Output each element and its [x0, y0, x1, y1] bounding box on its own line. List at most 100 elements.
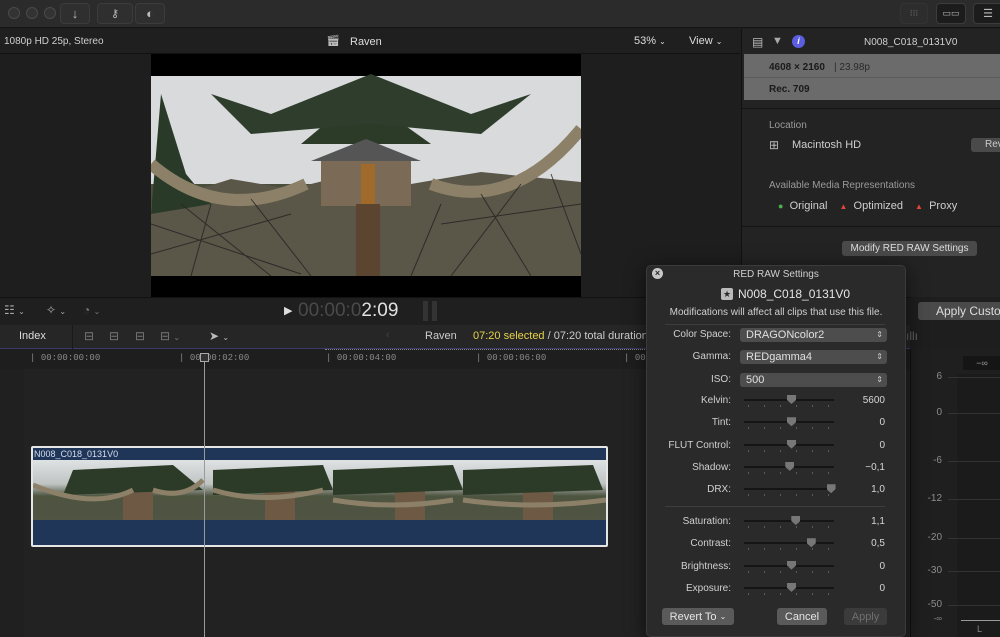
framerate-label: | 23.98p [834, 62, 870, 73]
apply-button[interactable]: Apply [844, 608, 887, 625]
clapper-icon: 🎬︎ [326, 35, 340, 47]
slider-thumb[interactable] [787, 582, 796, 592]
timeline-project-name: Raven [425, 330, 457, 342]
slider-tick [780, 592, 781, 595]
slider-label: Tint: [711, 417, 731, 429]
revert-to-dropdown[interactable]: Revert To ⌄ [662, 608, 734, 625]
slider-tick [764, 526, 765, 528]
flut-control-slider[interactable] [744, 439, 834, 453]
video-frame[interactable] [151, 54, 581, 297]
playhead-handle[interactable] [200, 353, 209, 362]
slider-thumb[interactable] [791, 516, 801, 525]
slider-tick [780, 427, 781, 430]
show-timeline-button[interactable]: ▭▭ [936, 3, 966, 24]
slider-tick [780, 471, 781, 474]
brightness-slider[interactable] [744, 560, 834, 574]
audio-meters: −∞ 6 0 -6 -12 -20 -30 -50 -∞ L [910, 349, 1000, 637]
back-icon[interactable]: ‹ [386, 329, 390, 341]
slider-tick [812, 548, 813, 551]
slider-track [744, 488, 834, 491]
slider-tick [796, 494, 797, 497]
resolution-label: 4608 × 2160 [769, 62, 825, 73]
meter-scale-label: -20 [927, 532, 942, 543]
enhancements-icon[interactable]: ✧ ⌄ [46, 303, 66, 317]
speed-icon[interactable]: ◔ ⌄ [83, 303, 100, 317]
slider-thumb[interactable] [785, 461, 795, 471]
slider-thumb[interactable] [787, 417, 796, 427]
slider-tick [796, 548, 797, 551]
clip-appearance-icon[interactable]: ☷ ⌄ [4, 303, 25, 317]
dialog-clip-name: N008_C018_0131V0 [738, 287, 851, 301]
warning-triangle-icon: ▲ [915, 202, 923, 211]
keywords-button[interactable]: ⚷ [97, 3, 133, 24]
connect-clip-icon[interactable]: ⊟ [84, 329, 94, 343]
representations-list: ● Original ▲ Optimized ▲ Proxy [778, 200, 957, 212]
insert-clip-icon[interactable]: ⊟ [109, 329, 119, 343]
status-dot-icon: ● [778, 201, 784, 211]
reveal-button[interactable]: Rev [971, 138, 1000, 152]
slider-thumb[interactable] [826, 484, 836, 494]
contrast-slider[interactable] [744, 538, 834, 551]
meter-scale-label: -12 [927, 493, 942, 504]
background-tasks-button[interactable]: ◐ [135, 3, 165, 24]
slider-thumb[interactable] [806, 538, 816, 548]
slider-tick [780, 405, 781, 407]
slider-tick [828, 427, 829, 430]
channel-label: L [977, 624, 983, 634]
view-menu[interactable]: View ⌄ [689, 35, 722, 47]
slider-tick [796, 471, 797, 474]
zoom-level-dropdown[interactable]: 53% ⌄ [634, 35, 666, 47]
append-clip-icon[interactable]: ⊟ [135, 329, 145, 343]
zoom-window-button[interactable] [44, 7, 56, 19]
slider-tick [748, 405, 749, 407]
slider-tick [748, 570, 749, 573]
cancel-button[interactable]: Cancel [777, 608, 827, 625]
info-icon[interactable]: i [792, 35, 805, 48]
select-tool-icon[interactable]: ➤ ⌄ [209, 329, 229, 343]
slider-tick [780, 526, 781, 528]
sliders-icon: ☰ [983, 8, 993, 20]
close-window-button[interactable] [8, 7, 20, 19]
timeline-icon: ▭▭ [942, 8, 960, 18]
apply-custom-button[interactable]: Apply Custo [918, 302, 1000, 320]
timecode-display[interactable]: 00:00:02:09 [298, 300, 398, 322]
index-button[interactable]: Index [19, 330, 46, 342]
timeline-clip[interactable]: N008_C018_0131V0 [31, 446, 608, 547]
slider-thumb[interactable] [787, 395, 796, 404]
filmstrip [32, 460, 607, 520]
kelvin-slider[interactable] [744, 395, 834, 408]
overwrite-clip-icon[interactable]: ⊟ ⌄ [160, 329, 180, 343]
slider-label: Kelvin: [700, 395, 731, 406]
exposure-slider[interactable] [744, 582, 834, 596]
audio-waveform-icon[interactable]: ıllı [906, 329, 918, 343]
slider-tick [828, 548, 829, 551]
audio-icon[interactable]: ▼ [772, 35, 783, 47]
show-inspector-button[interactable]: ☰ [973, 3, 1000, 24]
shadow-slider[interactable] [744, 461, 834, 475]
slider-thumb[interactable] [787, 560, 796, 570]
window-toolbar: ↓ ⚷ ◐ ⁝⁝⁝ ▭▭ ☰ [0, 0, 1000, 28]
show-browser-button[interactable]: ⁝⁝⁝ [900, 3, 928, 24]
playhead[interactable] [204, 355, 205, 637]
color-space-label: Color Space: [673, 329, 731, 340]
modify-red-raw-settings-button[interactable]: Modify RED RAW Settings [842, 241, 977, 256]
slider-tick [748, 494, 749, 497]
slider-label: Brightness: [680, 560, 731, 572]
tint-slider[interactable] [744, 417, 834, 430]
slider-tick [748, 548, 749, 551]
play-icon[interactable]: ▶ [284, 304, 292, 317]
slider-thumb[interactable] [787, 439, 796, 449]
gamma-popup[interactable]: REDgamma4 ⇕ [740, 350, 887, 364]
inspector-panel: ▤ ▼ i N008_C018_0131V0 4608 × 2160 | 23.… [741, 29, 1000, 297]
slider-label: Contrast: [690, 538, 731, 550]
color-space-popup[interactable]: DRAGONcolor2 ⇕ [740, 328, 887, 342]
film-icon[interactable]: ▤ [752, 35, 763, 49]
drx-slider[interactable] [744, 484, 836, 497]
iso-popup[interactable]: 500 ⇕ [740, 373, 887, 387]
slider-label: DRX: [707, 484, 731, 496]
minimize-window-button[interactable] [26, 7, 38, 19]
slider-tick [748, 592, 749, 595]
saturation-slider[interactable] [744, 516, 834, 529]
import-button[interactable]: ↓ [60, 3, 90, 24]
slider-tick [764, 449, 765, 452]
